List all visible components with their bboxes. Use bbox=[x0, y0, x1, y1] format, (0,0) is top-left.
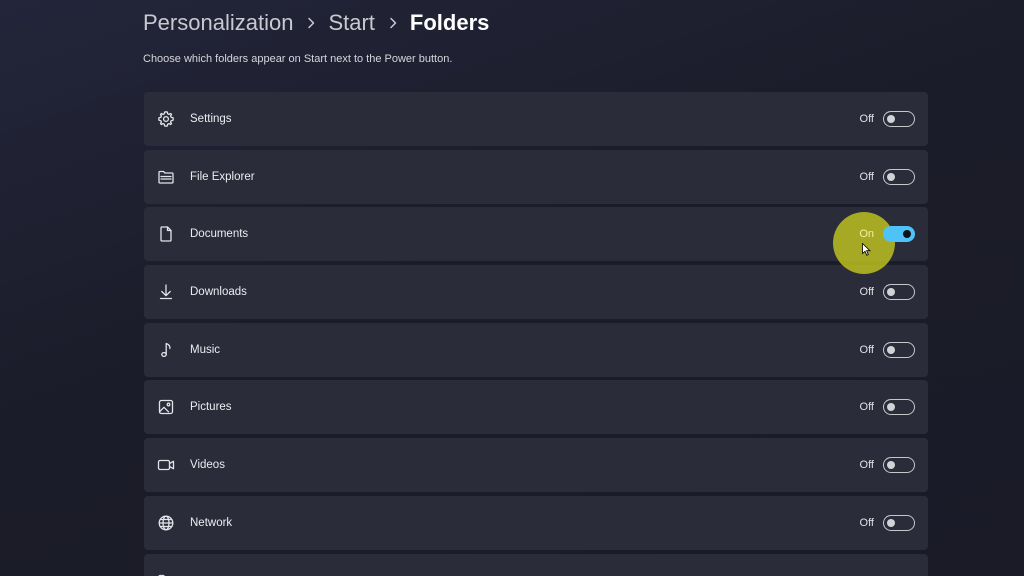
toggle-state-text: On bbox=[859, 228, 874, 241]
file-explorer-toggle[interactable] bbox=[883, 168, 915, 185]
folder-label: Videos bbox=[190, 459, 225, 472]
toggle-state-text: Off bbox=[859, 459, 874, 472]
pictures-toggle[interactable] bbox=[883, 399, 915, 416]
folder-row-network[interactable]: Network Off bbox=[144, 495, 928, 550]
folder-icon bbox=[157, 168, 175, 186]
folder-row-pictures[interactable]: Pictures Off bbox=[144, 380, 928, 435]
breadcrumb-start[interactable]: Start bbox=[328, 8, 374, 38]
folder-label: Network bbox=[190, 516, 233, 529]
toggle-knob bbox=[903, 230, 911, 239]
folder-label: Music bbox=[190, 343, 221, 356]
page-description: Choose which folders appear on Start nex… bbox=[143, 53, 453, 65]
breadcrumb-personalization[interactable]: Personalization bbox=[143, 8, 293, 38]
settings-toggle[interactable] bbox=[883, 111, 915, 127]
toggle-knob bbox=[887, 518, 895, 527]
toggle-state-text: Off bbox=[859, 113, 874, 125]
picture-icon bbox=[157, 398, 175, 416]
folder-row-videos[interactable]: Videos Off bbox=[144, 438, 928, 493]
folder-row-settings[interactable]: Settings Off bbox=[144, 92, 928, 146]
globe-icon bbox=[157, 514, 175, 532]
gear-icon bbox=[157, 110, 175, 128]
music-note-icon bbox=[157, 341, 175, 359]
toggle-knob bbox=[887, 288, 895, 297]
folder-label: Documents bbox=[190, 228, 249, 241]
folder-row-documents[interactable]: Documents On bbox=[144, 207, 928, 275]
settings-page: Personalization Start Folders Choose whi… bbox=[0, 0, 1024, 576]
chevron-right-icon bbox=[307, 17, 315, 29]
toggle-knob bbox=[887, 461, 895, 470]
folder-icon bbox=[157, 572, 175, 576]
folder-row-partial[interactable] bbox=[144, 553, 928, 576]
toggle-state-text: Off bbox=[859, 343, 874, 356]
toggle-state-text: Off bbox=[859, 401, 874, 414]
folder-label: Downloads bbox=[190, 286, 247, 299]
video-icon bbox=[157, 456, 175, 474]
network-toggle[interactable] bbox=[883, 514, 915, 531]
chevron-right-icon bbox=[389, 17, 397, 29]
mouse-cursor-icon bbox=[862, 243, 871, 257]
toggle-state-text: Off bbox=[859, 516, 874, 529]
document-icon bbox=[157, 225, 175, 243]
breadcrumb: Personalization Start Folders bbox=[143, 8, 489, 38]
toggle-knob bbox=[887, 403, 895, 412]
videos-toggle[interactable] bbox=[883, 457, 915, 474]
toggle-knob bbox=[887, 172, 895, 181]
folder-row-file-explorer[interactable]: File Explorer Off bbox=[144, 149, 928, 204]
folder-label: File Explorer bbox=[190, 170, 255, 183]
toggle-knob bbox=[887, 115, 895, 123]
folder-row-downloads[interactable]: Downloads Off bbox=[144, 265, 928, 320]
toggle-state-text: Off bbox=[859, 170, 874, 183]
folders-list: Settings Off File Explorer Off Documents… bbox=[144, 92, 928, 576]
toggle-knob bbox=[887, 345, 895, 354]
toggle-state-text: Off bbox=[859, 286, 874, 299]
download-icon bbox=[157, 283, 175, 301]
breadcrumb-folders: Folders bbox=[409, 10, 490, 35]
music-toggle[interactable] bbox=[883, 341, 915, 358]
documents-toggle[interactable] bbox=[883, 226, 915, 243]
downloads-toggle[interactable] bbox=[883, 284, 915, 301]
folder-row-music[interactable]: Music Off bbox=[144, 322, 928, 377]
folder-label: Settings bbox=[190, 113, 232, 125]
folder-label: Pictures bbox=[190, 401, 232, 414]
